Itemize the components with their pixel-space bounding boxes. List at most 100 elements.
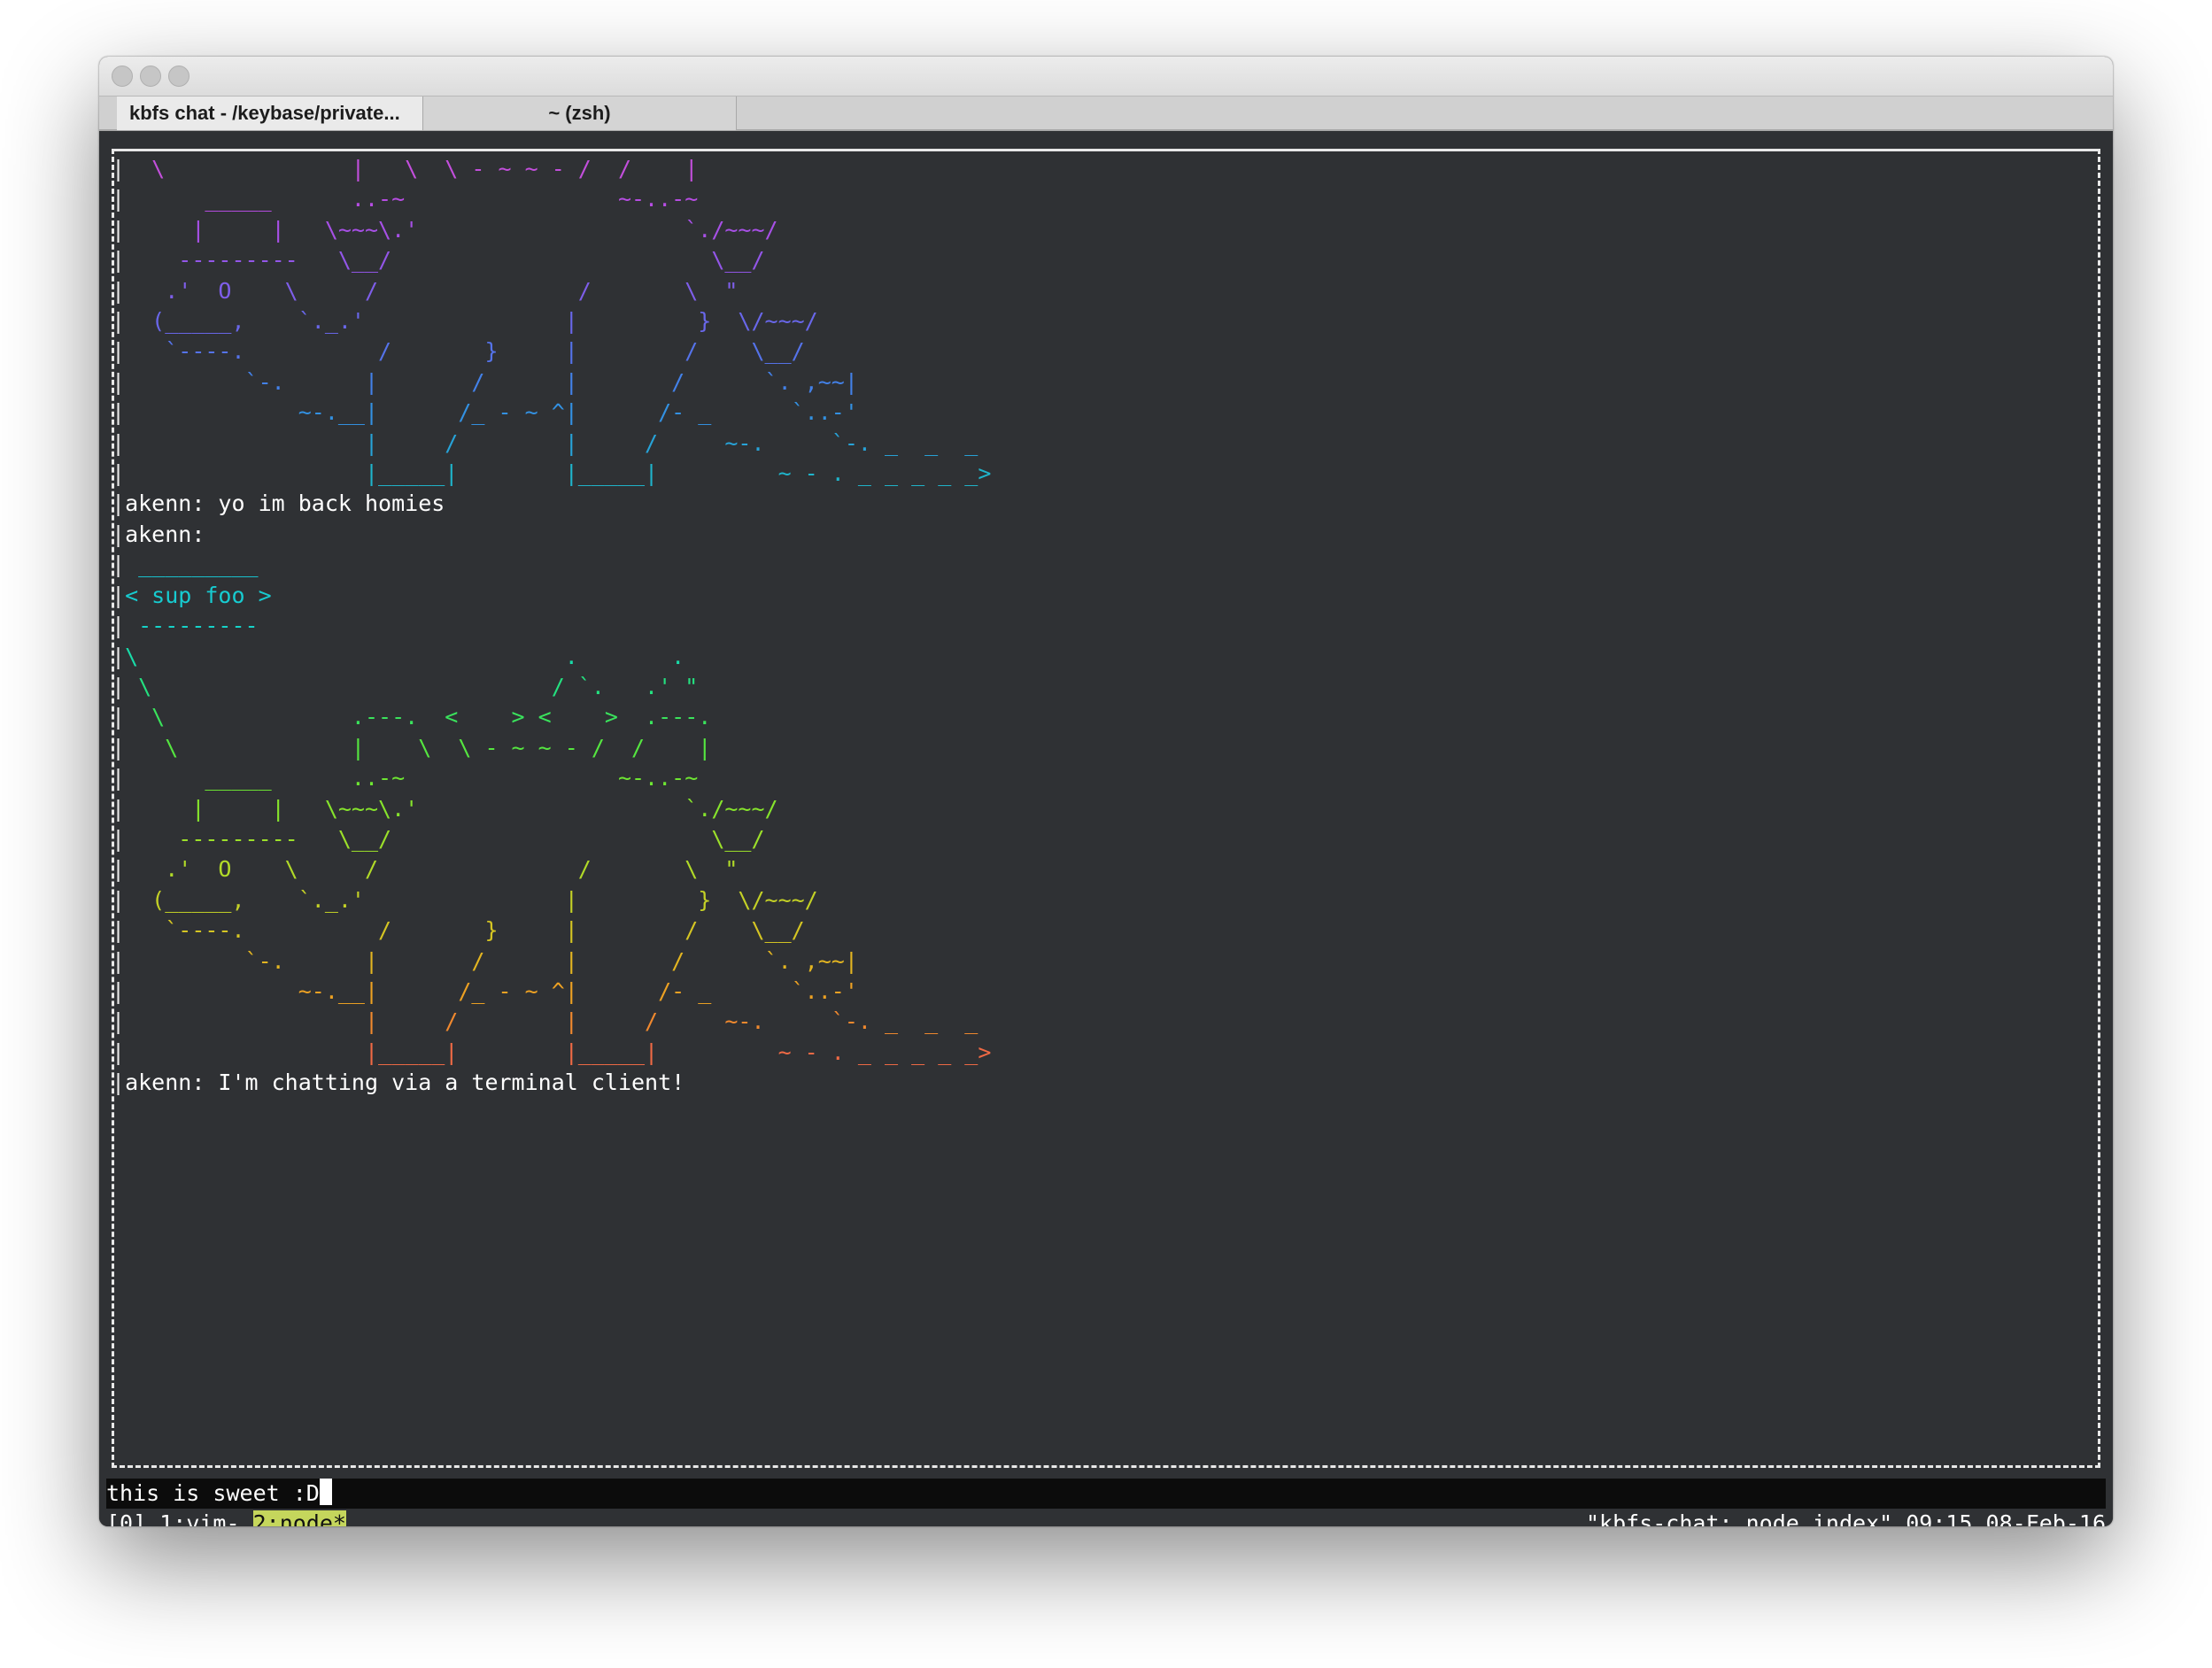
title-bar[interactable] (99, 57, 2113, 96)
terminal-line: | \ | \ \ - ~ ~ - / / | (112, 156, 698, 181)
chat-output: | \ | \ \ - ~ ~ - / / | | _____ ..-~ ~-.… (112, 154, 991, 1099)
terminal-line: | \ | \ \ - ~ ~ - / / | (112, 735, 711, 761)
tab-kbfs-chat[interactable]: kbfs chat - /keybase/private... (117, 97, 423, 130)
line-text: akenn: I'm chatting via a terminal clien… (125, 1070, 685, 1096)
line-text: --------- (125, 613, 259, 639)
pane-border-char: | (112, 765, 126, 792)
zoom-button[interactable] (168, 66, 189, 87)
line-text: \ / `. .' " (125, 673, 699, 699)
pane-border-char: | (112, 613, 126, 639)
line-text: | | \~~~\.' `./~~~/ (125, 795, 778, 822)
line-text: ~-.__| /_ - ~ ^| /- _ `..-' (125, 977, 858, 1004)
line-text: --------- \__/ \__/ (125, 247, 765, 274)
pane-border-char: | (112, 247, 126, 274)
status-right: "kbfs-chat: node index" 09:15 08-Feb-16 (1586, 1510, 2106, 1526)
window-node-active[interactable]: 2:node* (252, 1510, 346, 1526)
line-text: `-. | / | / `. ,~~| (125, 368, 858, 395)
pane-border-char: | (112, 825, 126, 852)
line-text: .' O \ / / \ " (125, 856, 739, 883)
pane-border-char: | (112, 582, 126, 608)
terminal-line: | `----. / } | / \__/ (112, 917, 805, 943)
terminal-line: |< sup foo > (112, 583, 272, 608)
line-text: _____ ..-~ ~-..-~ (125, 186, 699, 212)
terminal-window: kbfs chat - /keybase/private... ~ (zsh) … (99, 57, 2113, 1526)
pane-border-char: | (112, 399, 126, 426)
pane-border-char: | (112, 368, 126, 395)
terminal-line: | .' O \ / / \ " (112, 278, 738, 304)
terminal-line: | --------- \__/ \__/ (112, 826, 765, 852)
terminal-line: | |_____| |_____| ~ - . _ _ _ _ _> (112, 460, 991, 486)
pane-border-char: | (112, 673, 126, 699)
pane-border-char: | (112, 552, 126, 578)
session-indicator: [0] (106, 1510, 147, 1526)
input-text: this is sweet :D (106, 1480, 320, 1506)
minimize-button[interactable] (140, 66, 161, 87)
pane-border-char: | (112, 977, 126, 1004)
line-text: |_____| |_____| ~ - . _ _ _ _ _> (125, 1039, 992, 1065)
terminal-line: | _________ (112, 552, 259, 577)
pane-border-char: | (112, 156, 126, 181)
terminal-line: | | / | / ~-. `-. _ _ _ (112, 1008, 978, 1034)
terminal-line: | |_____| |_____| ~ - . _ _ _ _ _> (112, 1039, 991, 1065)
terminal-line: | | | \~~~\.' `./~~~/ (112, 217, 778, 243)
line-text: | / | / ~-. `-. _ _ _ (125, 429, 978, 456)
line-text: \ .---. < > < > .---. (125, 704, 712, 730)
pane-border-char: | (112, 186, 126, 212)
pane-border-char: | (112, 734, 126, 761)
line-text: `-. | / | / `. ,~~| (125, 947, 858, 974)
line-text: _____ ..-~ ~-..-~ (125, 765, 699, 792)
pane-border-char: | (112, 1008, 126, 1035)
message-input[interactable]: this is sweet :D (106, 1479, 2106, 1509)
line-text: ~-.__| /_ - ~ ^| /- _ `..-' (125, 399, 858, 426)
pane-border-char: | (112, 460, 126, 487)
terminal-line: | \ / `. .' " (112, 674, 698, 699)
terminal-line: | --------- (112, 613, 259, 638)
pane-border-char: | (112, 917, 126, 944)
line-text: --------- \__/ \__/ (125, 825, 765, 852)
terminal-line: | \ .---. < > < > .---. (112, 704, 711, 730)
terminal-line: | _____ ..-~ ~-..-~ (112, 186, 698, 212)
line-text: .' O \ / / \ " (125, 277, 739, 304)
pane-border-char: | (112, 277, 126, 304)
tmux-pane-top-border (112, 149, 2100, 151)
terminal-line: | ~-.__| /_ - ~ ^| /- _ `..-' (112, 978, 858, 1004)
pane-border-char: | (112, 216, 126, 243)
tmux-status-bar: [0] 1:vim- 2:node* "kbfs-chat: node index… (106, 1509, 2106, 1526)
tab-bar: kbfs chat - /keybase/private... ~ (zsh) (99, 96, 2113, 131)
line-text: < sup foo > (125, 582, 272, 608)
terminal-content[interactable]: | \ | \ \ - ~ ~ - / / | | _____ ..-~ ~-.… (99, 131, 2113, 1526)
terminal-line: | (_____, `._.' | } \/~~~/ (112, 887, 818, 913)
terminal-line: | .' O \ / / \ " (112, 856, 738, 882)
line-text: | / | / ~-. `-. _ _ _ (125, 1008, 978, 1035)
terminal-line: | `----. / } | / \__/ (112, 338, 805, 364)
terminal-line: |\ . . (112, 644, 684, 669)
pane-border-char: | (112, 643, 126, 669)
pane-border-char: | (112, 521, 126, 547)
line-text: \ | \ \ - ~ ~ - / / | (125, 734, 712, 761)
pane-border-char: | (112, 947, 126, 974)
tab-zsh[interactable]: ~ (zsh) (423, 97, 737, 130)
pane-border-char: | (112, 1070, 126, 1096)
line-text: | | \~~~\.' `./~~~/ (125, 216, 778, 243)
close-button[interactable] (112, 66, 133, 87)
pane-border-char: | (112, 429, 126, 456)
terminal-line: |akenn: (112, 521, 205, 547)
line-text: `----. / } | / \__/ (125, 338, 805, 365)
pane-border-char: | (112, 886, 126, 913)
pane-border-char: | (112, 1039, 126, 1065)
line-text: |_____| |_____| ~ - . _ _ _ _ _> (125, 460, 992, 487)
terminal-line: | `-. | / | / `. ,~~| (112, 369, 858, 395)
pane-border-char: | (112, 704, 126, 730)
line-text: \ . . (125, 643, 685, 669)
terminal-line: |akenn: yo im back homies (112, 490, 445, 516)
text-cursor (319, 1479, 332, 1505)
terminal-line: |akenn: I'm chatting via a terminal clie… (112, 1070, 684, 1095)
terminal-line: | --------- \__/ \__/ (112, 247, 765, 273)
line-text: (_____, `._.' | } \/~~~/ (125, 886, 818, 913)
terminal-line: | | | \~~~\.' `./~~~/ (112, 796, 778, 822)
terminal-line: | | / | / ~-. `-. _ _ _ (112, 430, 978, 456)
line-text: (_____, `._.' | } \/~~~/ (125, 308, 818, 335)
terminal-line: | (_____, `._.' | } \/~~~/ (112, 308, 818, 334)
window-vim[interactable]: 1:vim- (159, 1510, 239, 1526)
line-text: \ | \ \ - ~ ~ - / / | (125, 156, 699, 181)
